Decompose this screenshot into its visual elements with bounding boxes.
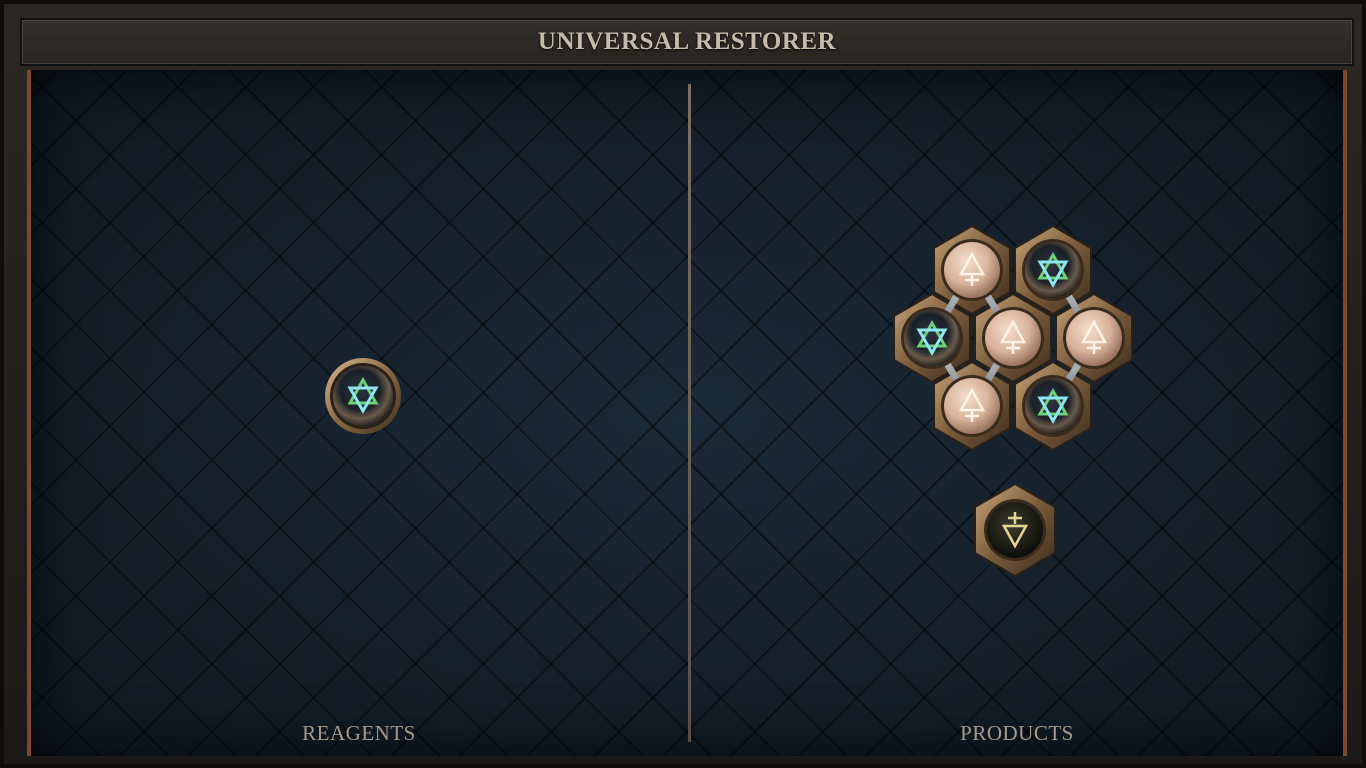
cluster-node-hexagram-glyph-icon bbox=[1022, 239, 1084, 301]
reagent-slot[interactable] bbox=[323, 356, 403, 436]
reagents-panel: REAGENTS bbox=[31, 70, 687, 756]
cluster-node-up-arrow-cross-glyph-icon bbox=[982, 307, 1044, 369]
cluster-node-hexagram-glyph-icon bbox=[1022, 375, 1084, 437]
product-single-slot[interactable] bbox=[971, 482, 1059, 578]
cluster-node-up-arrow-cross-glyph-icon bbox=[941, 375, 1003, 437]
window-frame: UNIVERSAL RESTORER REAGENTS PRODUCTS bbox=[0, 0, 1366, 768]
window-title: UNIVERSAL RESTORER bbox=[537, 28, 837, 55]
products-panel: PRODUCTS bbox=[691, 70, 1343, 756]
product-cluster-graphic bbox=[893, 225, 1133, 451]
reagent-orb-icon bbox=[325, 358, 401, 434]
cluster-node-up-arrow-cross-glyph-icon bbox=[941, 239, 1003, 301]
cluster-node-up-arrow-cross-glyph-icon bbox=[1063, 307, 1125, 369]
crafting-board: REAGENTS PRODUCTS bbox=[27, 70, 1347, 756]
reagents-label: REAGENTS bbox=[302, 721, 416, 745]
product-cluster[interactable] bbox=[888, 210, 1140, 451]
title-bar: UNIVERSAL RESTORER bbox=[20, 18, 1354, 66]
products-label: PRODUCTS bbox=[960, 721, 1074, 745]
cluster-node-hexagram-glyph-icon bbox=[901, 307, 963, 369]
product-single-graphic bbox=[974, 482, 1056, 578]
